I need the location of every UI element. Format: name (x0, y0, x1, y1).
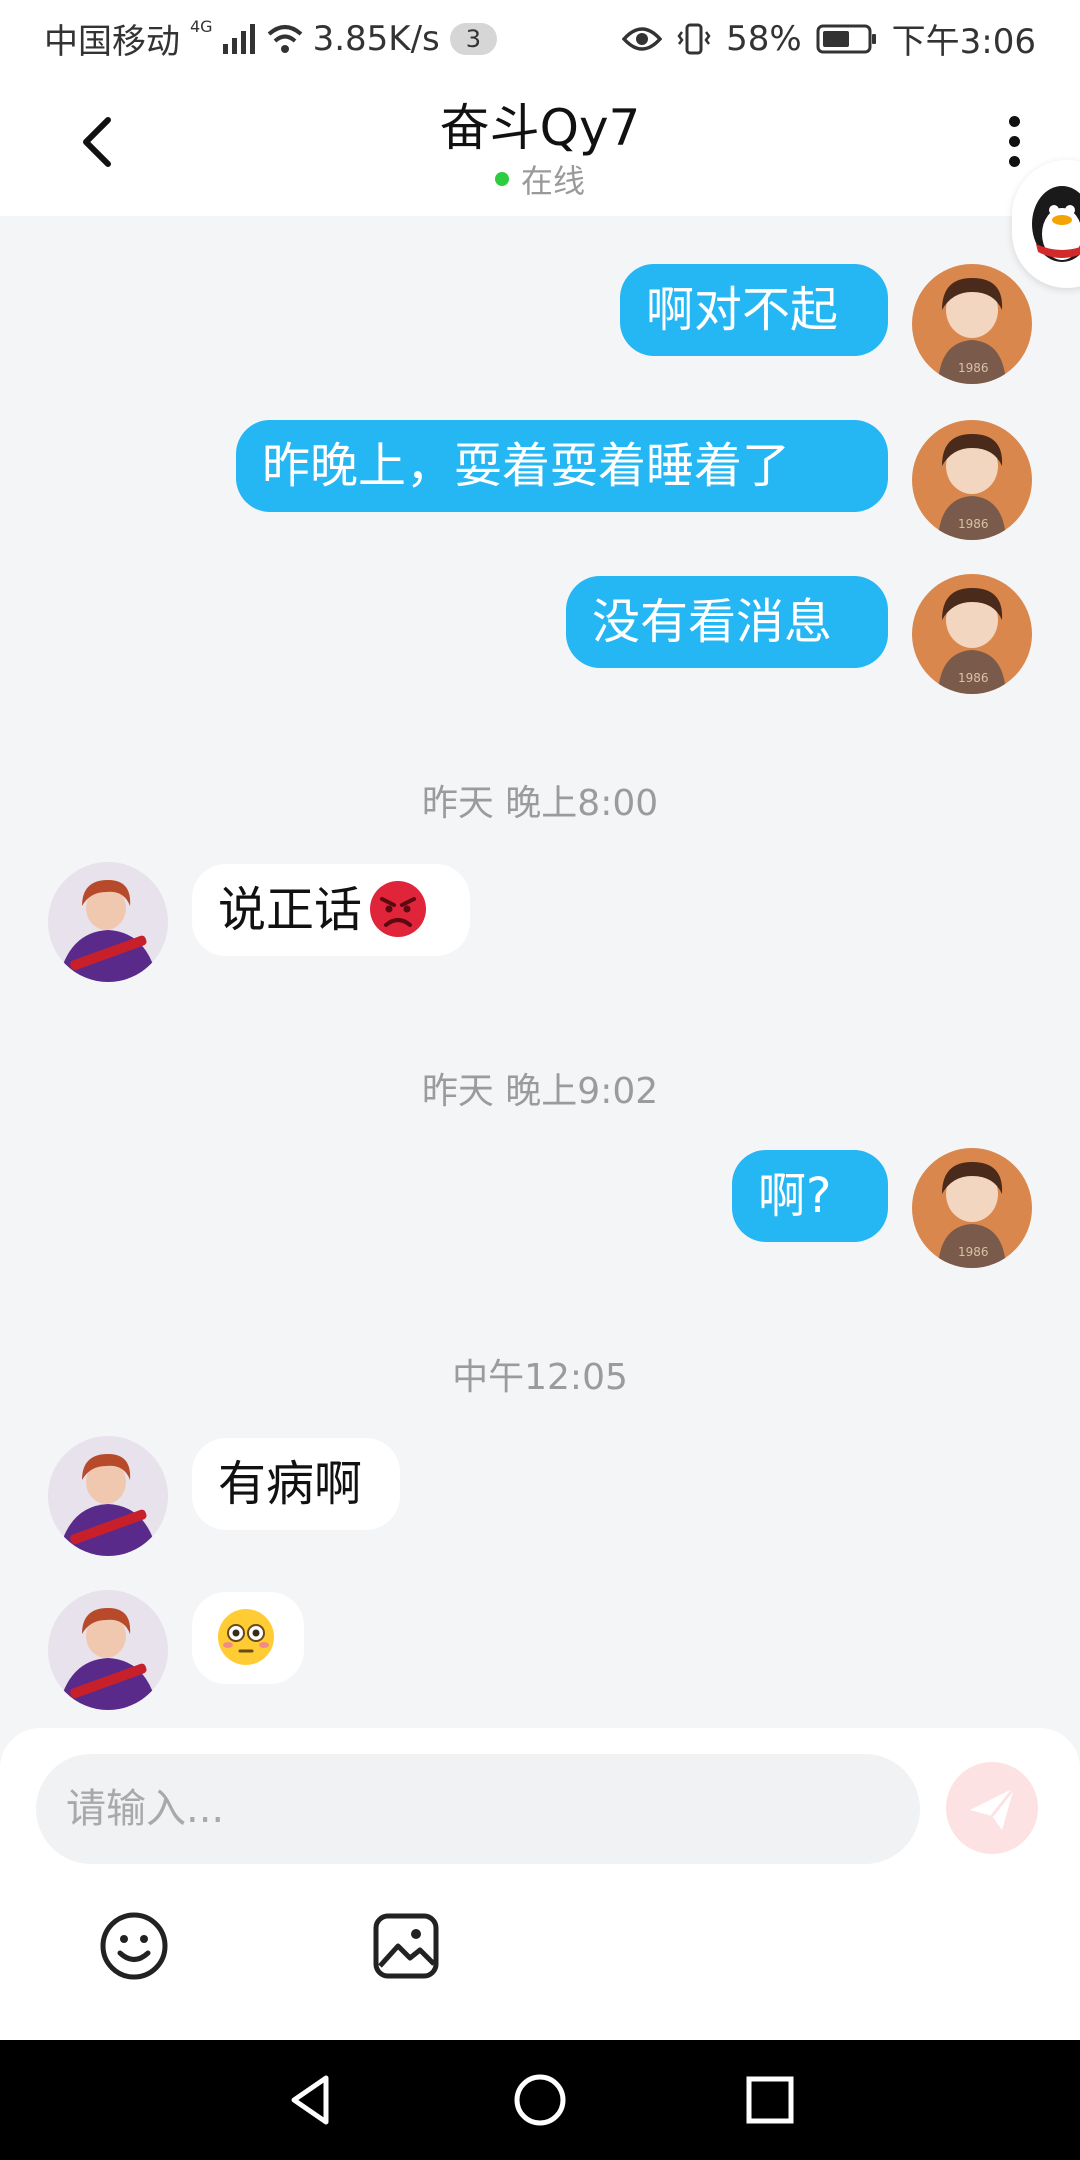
nav-back-icon[interactable] (280, 2070, 340, 2130)
wifi-icon (267, 24, 302, 53)
angry-face-icon (370, 881, 427, 937)
svg-text:1986: 1986 (958, 1245, 989, 1259)
timestamp: 中午12:05 (452, 1357, 628, 1398)
chat-header: 奋斗Qy7 在线 (0, 72, 1080, 216)
contact-avatar[interactable] (48, 1590, 168, 1710)
contact-avatar[interactable] (48, 1436, 168, 1556)
system-nav-bar (0, 2040, 1080, 2160)
eye-icon (622, 26, 663, 51)
svg-text:1986: 1986 (958, 517, 989, 531)
nav-home-icon[interactable] (510, 2070, 570, 2130)
signal-icon (222, 23, 255, 54)
message-bubble-received[interactable]: 有病啊 (192, 1438, 400, 1530)
online-status: 在线 (0, 156, 1080, 202)
clock: 下午3:06 (891, 22, 1036, 62)
message-bubble-received[interactable] (192, 1592, 304, 1684)
emoji-icon[interactable] (98, 1910, 170, 1982)
message-bubble-sent[interactable]: 啊对不起 (620, 264, 888, 356)
message-bubble-received[interactable]: 说正话 (192, 864, 470, 956)
nav-recents-icon[interactable] (740, 2070, 800, 2130)
chat-area[interactable]: 啊对不起 1986 昨晚上，耍着耍着睡着了 1986 没有看消息 1986 昨天… (0, 216, 1080, 1728)
online-dot-icon (494, 172, 509, 186)
my-avatar[interactable]: 1986 (912, 1148, 1032, 1268)
status-bar: 中国移动 4G 3.85K/s 3 58% 下午3:06 (0, 0, 1080, 72)
contact-avatar[interactable] (48, 862, 168, 982)
message-bubble-sent[interactable]: 啊? (732, 1150, 888, 1242)
timestamp: 昨天 晚上8:00 (421, 783, 659, 824)
image-picker-icon[interactable] (370, 1910, 442, 1982)
message-input[interactable] (36, 1754, 920, 1864)
contact-name: 奋斗Qy7 (439, 99, 641, 157)
message-text: 说正话 (218, 882, 363, 938)
message-bubble-sent[interactable]: 没有看消息 (566, 576, 888, 668)
status-right: 58% 下午3:06 (622, 14, 1036, 63)
carrier-name: 中国移动 (44, 22, 180, 62)
status-left: 中国移动 4G 3.85K/s 3 (44, 14, 498, 63)
network-type: 4G (190, 17, 213, 36)
battery-percent: 58% (726, 18, 802, 59)
message-bubble-sent[interactable]: 昨晚上，耍着耍着睡着了 (236, 420, 888, 512)
online-status-text: 在线 (520, 162, 585, 200)
my-avatar[interactable]: 1986 (912, 574, 1032, 694)
svg-text:1986: 1986 (958, 671, 989, 685)
battery-icon (816, 24, 876, 53)
qq-penguin-float-button[interactable] (1012, 160, 1080, 288)
svg-text:1986: 1986 (958, 361, 989, 375)
send-icon (970, 1787, 1016, 1830)
network-speed: 3.85K/s (312, 18, 440, 59)
my-avatar[interactable]: 1986 (912, 420, 1032, 540)
message-composer (0, 1728, 1080, 2040)
send-button[interactable] (946, 1762, 1038, 1854)
flushed-face-icon (218, 1609, 274, 1665)
vibrate-icon (677, 23, 711, 54)
timestamp: 昨天 晚上9:02 (421, 1071, 659, 1112)
notification-badge: 3 (449, 22, 498, 55)
